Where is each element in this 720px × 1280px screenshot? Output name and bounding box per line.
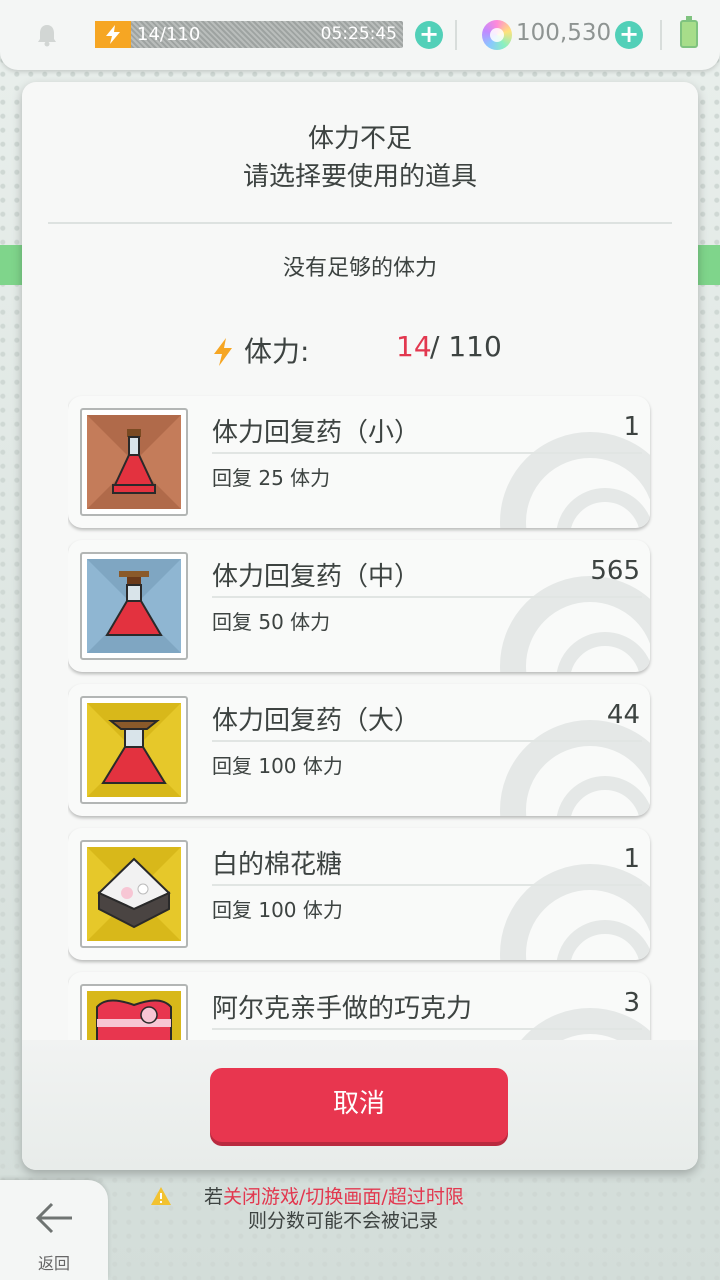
battery-icon [680, 16, 698, 48]
gem-count: 100,530 [516, 20, 612, 46]
item-count: 3 [623, 988, 640, 1018]
stamina-current: 14 [396, 330, 432, 363]
stamina-timer: 05:25:45 [320, 24, 397, 44]
lightning-icon [106, 25, 120, 44]
add-gem-button[interactable]: + [615, 21, 643, 49]
divider [212, 596, 642, 598]
bell-icon[interactable] [34, 22, 60, 48]
small-potion-icon [87, 415, 181, 509]
dialog-subtitle: 请选择要使用的道具 [242, 162, 477, 192]
divider [455, 20, 457, 50]
item-name: 白的棉花糖 [212, 850, 343, 880]
item-description: 回复 25 体力 [212, 466, 331, 490]
item-thumbnail [80, 408, 188, 516]
divider [212, 740, 642, 742]
list-item[interactable]: 体力回复药（中） 565 回复 50 体力 [68, 540, 650, 672]
stamina-label: 体力: [244, 335, 310, 368]
item-thumbnail [80, 552, 188, 660]
item-description: 回复 100 体力 [212, 898, 343, 922]
back-arrow-icon [35, 1202, 72, 1234]
warning-icon [151, 1187, 171, 1205]
marshmallow-icon [87, 847, 181, 941]
background-decor-right [696, 245, 720, 285]
list-item[interactable]: 体力回复药（小） 1 回复 25 体力 [68, 396, 650, 528]
dialog-notice: 没有足够的体力 [282, 256, 437, 281]
back-button[interactable]: 返回 [0, 1180, 108, 1280]
divider [660, 20, 662, 50]
item-name: 体力回复药（大） [212, 706, 421, 736]
medium-potion-icon [87, 559, 181, 653]
divider [212, 1028, 642, 1030]
item-thumbnail [80, 840, 188, 948]
watermark-emblem [500, 432, 650, 528]
divider [48, 222, 672, 224]
chocolate-gift-icon [87, 991, 181, 1040]
gem-icon [482, 20, 512, 50]
warning-line-1: 若关闭游戏/切换画面/超过时限 [204, 1182, 464, 1209]
watermark-emblem [500, 576, 650, 672]
warning-prefix: 若 [204, 1186, 224, 1208]
dialog-title: 体力不足 [307, 124, 412, 154]
item-thumbnail [80, 984, 188, 1040]
warning-highlight: 关闭游戏/切换画面/超过时限 [223, 1186, 464, 1208]
background-decor-left [0, 245, 24, 285]
stamina-max: / 110 [430, 330, 502, 363]
stamina-bolt-box [95, 21, 131, 48]
item-name: 体力回复药（中） [212, 562, 421, 592]
watermark-emblem [500, 720, 650, 816]
item-thumbnail [80, 696, 188, 804]
list-item[interactable]: 阿尔克亲手做的巧克力 3 [68, 972, 650, 1040]
lightning-icon [214, 338, 232, 366]
item-list[interactable]: 体力回复药（小） 1 回复 25 体力 体力回复药（中） 565 回复 50 体… [68, 392, 654, 1040]
item-count: 1 [623, 844, 640, 874]
item-description: 回复 100 体力 [212, 754, 343, 778]
divider [212, 452, 642, 454]
divider [212, 884, 642, 886]
item-count: 44 [606, 700, 640, 730]
add-stamina-button[interactable]: + [415, 21, 443, 49]
insufficient-stamina-dialog: 体力不足 请选择要使用的道具 没有足够的体力 体力: 14 / 110 体力回复… [22, 82, 698, 1170]
list-item[interactable]: 体力回复药（大） 44 回复 100 体力 [68, 684, 650, 816]
item-description: 回复 50 体力 [212, 610, 331, 634]
item-count: 1 [623, 412, 640, 442]
item-name: 阿尔克亲手做的巧克力 [212, 994, 473, 1024]
list-item[interactable]: 白的棉花糖 1 回复 100 体力 [68, 828, 650, 960]
item-name: 体力回复药（小） [212, 418, 421, 448]
stamina-value: 14/110 [137, 24, 201, 45]
watermark-emblem [500, 864, 650, 960]
stamina-gauge: 14/110 05:25:45 [95, 21, 403, 48]
warning-line-2: 则分数可能不会被记录 [248, 1210, 439, 1232]
cancel-button[interactable]: 取消 [210, 1068, 508, 1142]
top-status-bar: 14/110 05:25:45 + 100,530 + [0, 0, 720, 70]
back-label: 返回 [37, 1254, 70, 1273]
large-potion-icon [87, 703, 181, 797]
item-count: 565 [590, 556, 640, 586]
